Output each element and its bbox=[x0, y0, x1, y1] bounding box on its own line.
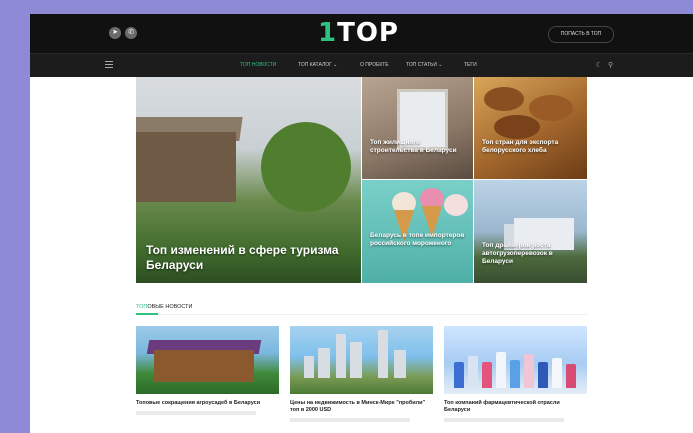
nav-top-catalog[interactable]: ТОП КАТАЛОГ ⌄ bbox=[298, 62, 337, 68]
nav-about[interactable]: О ПРОЕКТЕ bbox=[360, 62, 389, 68]
news-card-meta bbox=[290, 418, 410, 422]
page: ➤ ✆ 1TOP ПОПАСТЬ В ТОП ТОП НОВОСТИ ТОП К… bbox=[30, 14, 693, 433]
news-card-image[interactable] bbox=[444, 326, 587, 394]
news-card-meta bbox=[444, 418, 564, 422]
site-logo[interactable]: 1TOP bbox=[318, 18, 399, 48]
news-card-meta bbox=[136, 411, 256, 415]
news-card-image[interactable] bbox=[136, 326, 279, 394]
news-card[interactable]: Топовые сокращения агроусадеб в Беларуси bbox=[136, 326, 279, 415]
menu-icon[interactable] bbox=[105, 61, 113, 69]
news-card-title[interactable]: Топ компаний фармацевтической отрасли Бе… bbox=[444, 400, 587, 414]
tile-title[interactable]: Топ жилищного строительства в Беларуси bbox=[370, 139, 465, 155]
news-card-title[interactable]: Цены на недвижимость в Минск-Мире "проби… bbox=[290, 400, 433, 414]
featured-tile-housing[interactable]: Топ жилищного строительства в Беларуси bbox=[362, 77, 473, 179]
tree bbox=[261, 122, 351, 212]
section-title: ТОПОВЫЕ НОВОСТИ bbox=[136, 304, 193, 310]
theme-icon[interactable]: ☾ bbox=[596, 61, 602, 69]
top-header: ➤ ✆ 1TOP ПОПАСТЬ В ТОП bbox=[30, 14, 693, 53]
featured-tile-trucks[interactable]: Топ драйверов роста автогрузоперевозок в… bbox=[474, 180, 587, 283]
section-underline bbox=[136, 313, 158, 315]
featured-big-tile[interactable]: Топ изменений в сфере туризма Беларуси bbox=[136, 77, 361, 283]
section-divider bbox=[136, 314, 587, 315]
telegram-icon[interactable]: ➤ bbox=[109, 27, 121, 39]
search-icon[interactable]: ⚲ bbox=[608, 61, 613, 69]
nav-top-articles[interactable]: ТОП СТАТЬИ ⌄ bbox=[406, 62, 443, 68]
whatsapp-icon[interactable]: ✆ bbox=[125, 27, 137, 39]
featured-tile-icecream[interactable]: Беларусь в топе импортеров российского м… bbox=[362, 180, 473, 283]
news-card-image[interactable] bbox=[290, 326, 433, 394]
news-card[interactable]: Цены на недвижимость в Минск-Мире "проби… bbox=[290, 326, 433, 422]
featured-big-title[interactable]: Топ изменений в сфере туризма Беларуси bbox=[146, 243, 346, 273]
tile-title[interactable]: Топ драйверов роста автогрузоперевозок в… bbox=[482, 242, 577, 266]
featured-tile-bread[interactable]: Топ стран для экспорта белорусского хлеб… bbox=[474, 77, 587, 179]
main-nav: ТОП НОВОСТИ ТОП КАТАЛОГ ⌄ О ПРОЕКТЕ ТОП … bbox=[30, 53, 693, 77]
news-card[interactable]: Топ компаний фармацевтической отрасли Бе… bbox=[444, 326, 587, 422]
tile-title[interactable]: Беларусь в топе импортеров российского м… bbox=[370, 232, 465, 248]
nav-tags[interactable]: ТЕГИ bbox=[464, 62, 477, 68]
news-card-title[interactable]: Топовые сокращения агроусадеб в Беларуси bbox=[136, 400, 279, 407]
get-in-top-button[interactable]: ПОПАСТЬ В ТОП bbox=[548, 26, 614, 43]
nav-top-news[interactable]: ТОП НОВОСТИ bbox=[240, 62, 276, 68]
tile-title[interactable]: Топ стран для экспорта белорусского хлеб… bbox=[482, 139, 577, 155]
wooden-house bbox=[136, 132, 236, 202]
